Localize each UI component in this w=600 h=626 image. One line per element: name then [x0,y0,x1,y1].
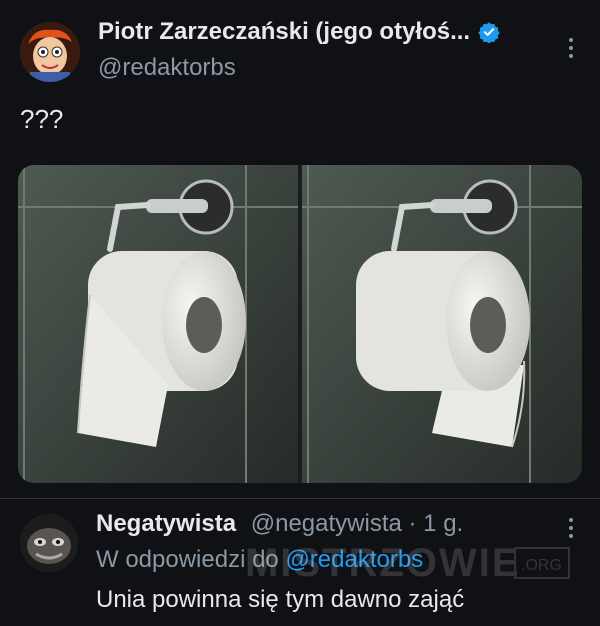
toilet-paper-over-photo[interactable] [302,165,582,483]
reply-header: Negatywista @negatywista · 1 g. [96,510,463,538]
reply-handle[interactable]: @negatywista [251,510,402,537]
avatar-caricature-icon [20,22,80,82]
reply-to-line: W odpowiedzi do @redaktorbs [96,546,423,574]
toilet-paper-under-image [18,165,298,483]
toilet-paper-under-photo[interactable] [18,165,298,483]
reply-separator: · [401,510,424,537]
more-options-icon[interactable] [568,38,574,60]
author-name-row: Piotr Zarzeczański (jego otyłoś... [98,18,500,46]
tweet-divider [0,498,600,499]
tweet-media [18,165,582,483]
tweet-text: ??? [20,104,64,134]
author-display-name[interactable]: Piotr Zarzeczański (jego otyłoś... [98,18,470,46]
author-avatar[interactable] [20,22,80,82]
reply-time[interactable]: 1 g. [423,510,463,537]
reply-display-name[interactable]: Negatywista [96,510,236,537]
toilet-paper-over-image [302,165,582,483]
reply-to-prefix: W odpowiedzi do [96,546,286,573]
avatar-face-icon [20,514,78,572]
verified-badge-icon [478,22,500,43]
reply-text: Unia powinna się tym dawno zająć [96,586,465,613]
reply-more-options-icon[interactable] [568,518,574,540]
reply-to-mention[interactable]: @redaktorbs [285,546,423,573]
svg-text:.ORG: .ORG [521,557,562,574]
reply-author-avatar[interactable] [20,514,78,572]
author-handle[interactable]: @redaktorbs [98,54,236,82]
